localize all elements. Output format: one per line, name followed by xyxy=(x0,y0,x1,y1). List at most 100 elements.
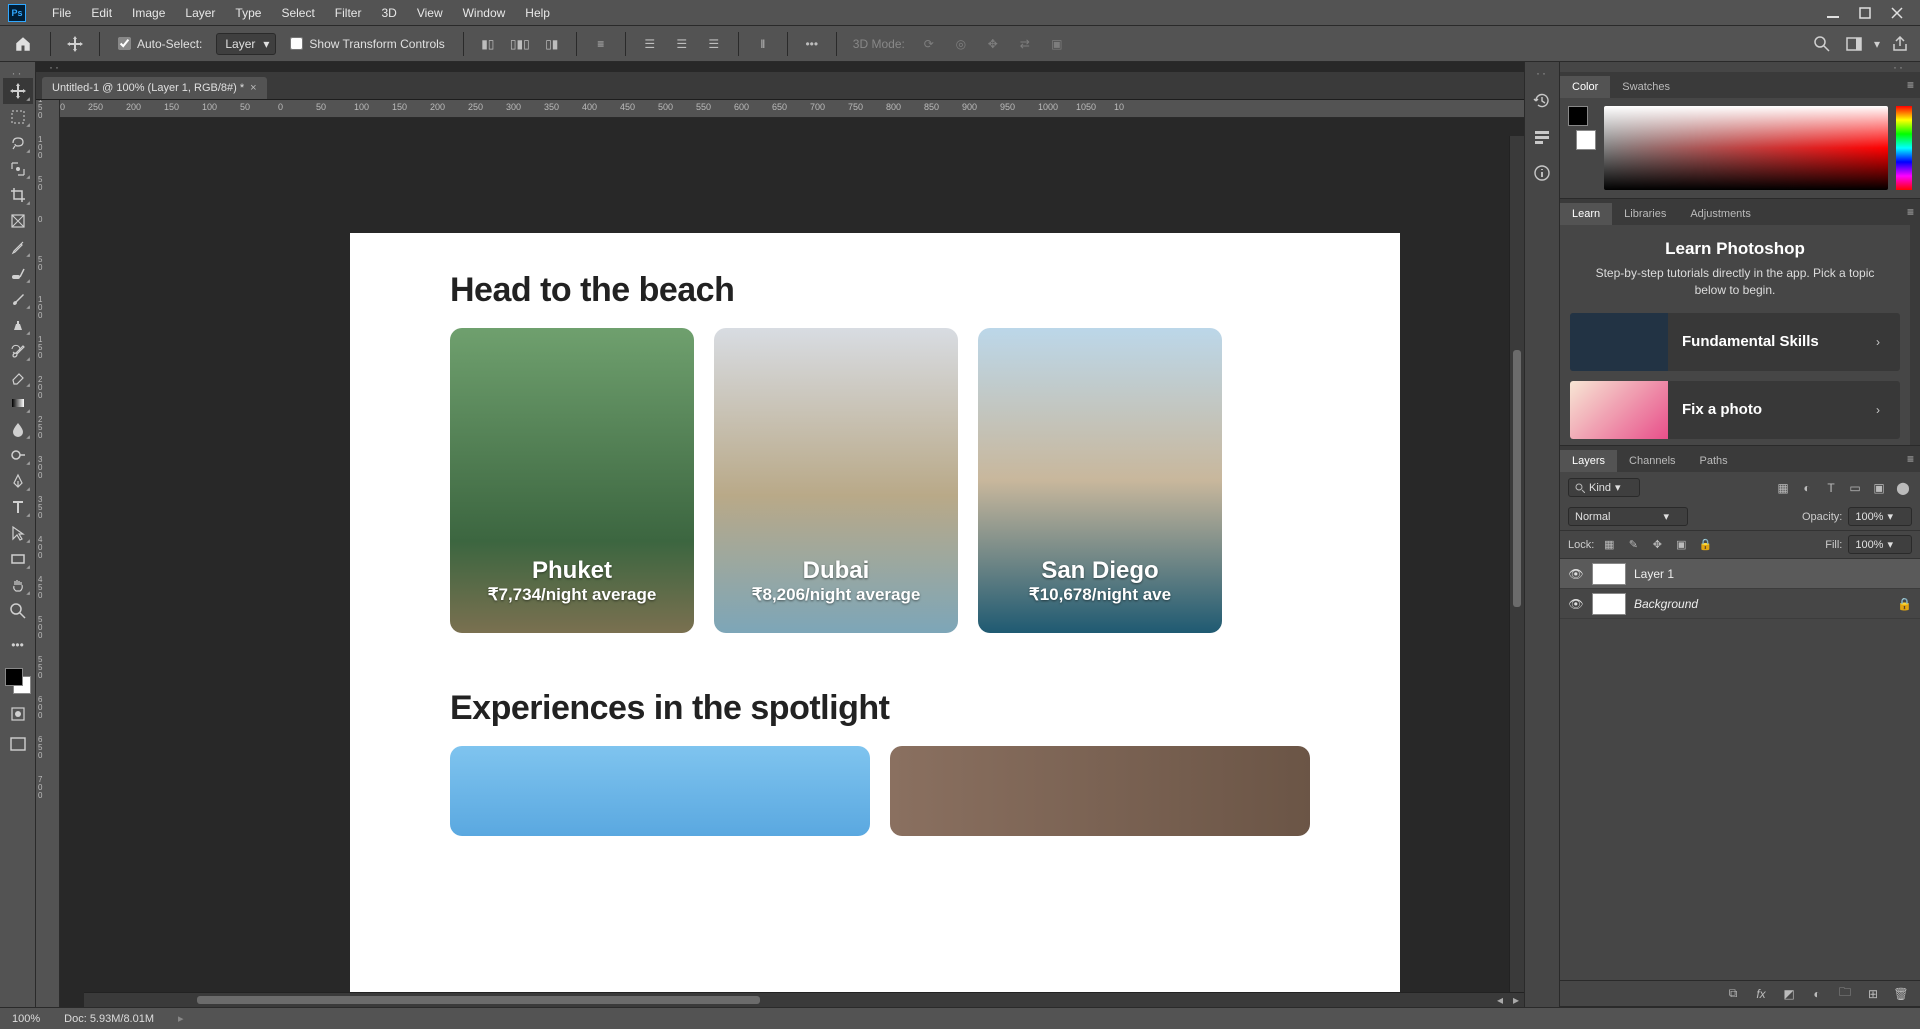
close-tab-icon[interactable]: × xyxy=(250,82,256,94)
lock-all-icon[interactable]: 🔒 xyxy=(1696,536,1714,554)
edit-toolbar-icon[interactable]: ••• xyxy=(3,632,33,658)
document-tab[interactable]: Untitled-1 @ 100% (Layer 1, RGB/8#) * × xyxy=(42,77,267,99)
swatches-tab[interactable]: Swatches xyxy=(1610,76,1682,98)
add-mask-icon[interactable]: ◩ xyxy=(1780,985,1798,1003)
layer-name[interactable]: Layer 1 xyxy=(1634,567,1674,581)
dodge-tool[interactable] xyxy=(3,442,33,468)
crop-tool[interactable] xyxy=(3,182,33,208)
libraries-tab[interactable]: Libraries xyxy=(1612,203,1678,225)
zoom-tool[interactable] xyxy=(3,598,33,624)
learn-card-fix-photo[interactable]: Fix a photo › xyxy=(1570,381,1900,439)
frame-tool[interactable] xyxy=(3,208,33,234)
close-button[interactable] xyxy=(1890,6,1904,20)
panel-menu-icon[interactable]: ≡ xyxy=(1907,78,1914,92)
scroll-left-arrow[interactable]: ◂ xyxy=(1492,993,1508,1007)
menu-view[interactable]: View xyxy=(407,2,453,24)
more-options-icon[interactable]: ••• xyxy=(800,32,824,56)
canvas-viewport[interactable]: Head to the beach Phuket₹7,734/night ave… xyxy=(60,118,1524,1007)
hue-slider[interactable] xyxy=(1896,106,1912,190)
show-transform-checkbox[interactable]: Show Transform Controls xyxy=(284,37,450,51)
auto-select-target-dropdown[interactable]: Layer ▾ xyxy=(216,33,276,55)
lock-pixels-icon[interactable]: ✎ xyxy=(1624,536,1642,554)
menu-edit[interactable]: Edit xyxy=(81,2,122,24)
menu-window[interactable]: Window xyxy=(453,2,516,24)
vertical-ruler[interactable]: 1501005005010015020025030035040045050055… xyxy=(36,100,60,1007)
zoom-level[interactable]: 100% xyxy=(12,1013,40,1025)
menu-3d[interactable]: 3D xyxy=(371,2,406,24)
menu-layer[interactable]: Layer xyxy=(175,2,225,24)
scroll-right-arrow[interactable]: ▸ xyxy=(1508,993,1524,1007)
quick-mask-toggle[interactable] xyxy=(3,702,33,726)
history-panel-icon[interactable] xyxy=(1529,88,1555,114)
path-selection-tool[interactable] xyxy=(3,520,33,546)
status-chevron-icon[interactable]: ▸ xyxy=(178,1012,184,1025)
panel-menu-icon[interactable]: ≡ xyxy=(1907,205,1914,219)
maximize-button[interactable] xyxy=(1858,6,1872,20)
pen-tool[interactable] xyxy=(3,468,33,494)
lock-artboard-icon[interactable]: ▣ xyxy=(1672,536,1690,554)
visibility-toggle-icon[interactable]: 👁 xyxy=(1568,597,1584,611)
hand-tool[interactable] xyxy=(3,572,33,598)
marquee-tool[interactable] xyxy=(3,104,33,130)
rectangle-tool[interactable] xyxy=(3,546,33,572)
color-picker-swatches[interactable] xyxy=(1568,106,1596,190)
blur-tool[interactable] xyxy=(3,416,33,442)
filter-smart-icon[interactable]: ▣ xyxy=(1870,479,1888,497)
eyedropper-tool[interactable] xyxy=(3,234,33,260)
gradient-tool[interactable] xyxy=(3,390,33,416)
layer-fx-icon[interactable]: fx xyxy=(1752,985,1770,1003)
doc-info[interactable]: Doc: 5.93M/8.01M xyxy=(64,1013,154,1025)
menu-help[interactable]: Help xyxy=(515,2,560,24)
new-group-icon[interactable]: 🗀 xyxy=(1836,985,1854,1003)
align-left-edges-icon[interactable]: ▮▯ xyxy=(476,32,500,56)
color-spectrum[interactable] xyxy=(1604,106,1888,190)
eraser-tool[interactable] xyxy=(3,364,33,390)
new-adjustment-icon[interactable]: ◐ xyxy=(1808,985,1826,1003)
filter-type-icon[interactable]: T xyxy=(1822,479,1840,497)
panel-scrollbar[interactable] xyxy=(1910,225,1920,445)
menu-filter[interactable]: Filter xyxy=(325,2,372,24)
distribute-horizontal-icon[interactable]: ‖ xyxy=(751,32,775,56)
search-icon[interactable] xyxy=(1810,32,1834,56)
align-top-edges-icon[interactable]: ≡ xyxy=(589,32,613,56)
healing-brush-tool[interactable] xyxy=(3,260,33,286)
filter-pixel-icon[interactable]: ▦ xyxy=(1774,479,1792,497)
layer-thumbnail[interactable] xyxy=(1592,563,1626,585)
distribute-bottom-icon[interactable]: ☰ xyxy=(702,32,726,56)
lock-transparency-icon[interactable]: ▦ xyxy=(1600,536,1618,554)
workspace-switcher-icon[interactable] xyxy=(1842,32,1866,56)
color-swatch-pair[interactable] xyxy=(3,666,33,696)
menu-file[interactable]: File xyxy=(42,2,81,24)
screen-mode-toggle[interactable] xyxy=(3,732,33,756)
new-layer-icon[interactable]: ⊞ xyxy=(1864,985,1882,1003)
properties-panel-icon[interactable] xyxy=(1529,124,1555,150)
adjustments-tab[interactable]: Adjustments xyxy=(1678,203,1763,225)
menu-type[interactable]: Type xyxy=(225,2,271,24)
vertical-scrollbar[interactable] xyxy=(1509,136,1524,992)
panel-menu-icon[interactable]: ≡ xyxy=(1907,452,1914,466)
move-tool[interactable] xyxy=(3,78,33,104)
auto-select-checkbox[interactable]: Auto-Select: xyxy=(112,37,208,51)
panel-grip[interactable] xyxy=(3,68,33,78)
filter-adjustment-icon[interactable]: ◐ xyxy=(1798,479,1816,497)
visibility-toggle-icon[interactable]: 👁 xyxy=(1568,567,1584,581)
share-icon[interactable] xyxy=(1888,32,1912,56)
home-button[interactable] xyxy=(8,30,38,58)
horizontal-ruler[interactable]: 3002502001501005005010015020025030035040… xyxy=(60,100,1524,118)
delete-layer-icon[interactable]: 🗑 xyxy=(1892,985,1910,1003)
distribute-vertical-icon[interactable]: ☰ xyxy=(670,32,694,56)
dock-grip[interactable] xyxy=(1527,68,1557,78)
clone-stamp-tool[interactable] xyxy=(3,312,33,338)
learn-tab[interactable]: Learn xyxy=(1560,203,1612,225)
panel-grip[interactable] xyxy=(1884,62,1914,72)
opacity-input[interactable]: 100% ▾ xyxy=(1848,507,1912,526)
align-right-edges-icon[interactable]: ▯▮ xyxy=(540,32,564,56)
filter-shape-icon[interactable]: ▭ xyxy=(1846,479,1864,497)
menu-select[interactable]: Select xyxy=(271,2,324,24)
type-tool[interactable] xyxy=(3,494,33,520)
color-tab[interactable]: Color xyxy=(1560,76,1610,98)
layer-name[interactable]: Background xyxy=(1634,597,1698,611)
horizontal-scrollbar[interactable]: ◂ ▸ xyxy=(84,992,1524,1007)
menu-image[interactable]: Image xyxy=(122,2,175,24)
lock-position-icon[interactable]: ✥ xyxy=(1648,536,1666,554)
